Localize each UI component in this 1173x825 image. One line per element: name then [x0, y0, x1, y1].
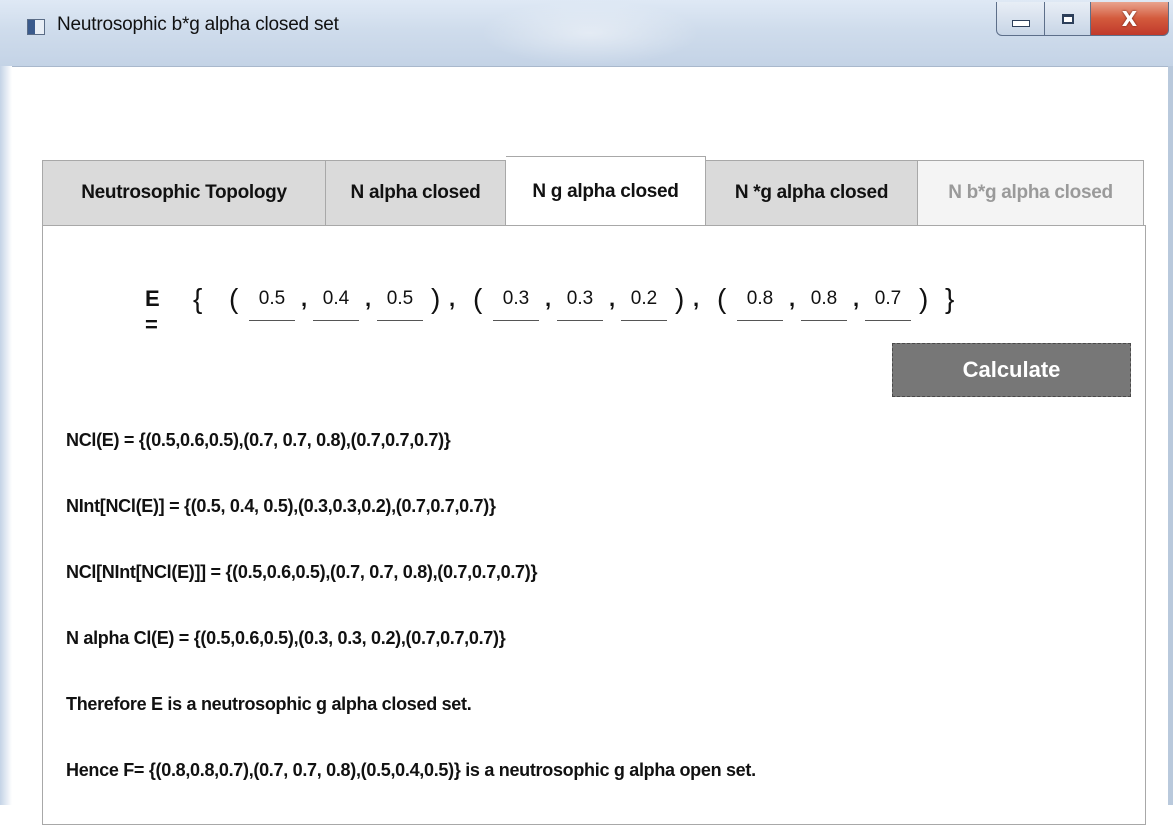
- minimize-button[interactable]: [996, 2, 1045, 36]
- window-controls: X: [996, 2, 1169, 40]
- e2-indeterminacy-input[interactable]: 0.3: [557, 286, 603, 321]
- result-nint-ncl: NInt[NCl(E)] = {(0.5, 0.4, 0.5),(0.3,0.3…: [66, 496, 496, 516]
- maximize-icon: [1061, 13, 1074, 24]
- close-button[interactable]: X: [1091, 2, 1169, 36]
- e2-nonmembership-input[interactable]: 0.2: [621, 286, 667, 321]
- result-conclusion: Therefore E is a neutrosophic g alpha cl…: [66, 694, 472, 714]
- tab-strip: Neutrosophic Topology N alpha closed N g…: [42, 154, 1144, 226]
- open-brace: {: [193, 283, 203, 314]
- tab-n-g-alpha-closed[interactable]: N g alpha closed: [506, 156, 706, 226]
- open-paren-1: (: [229, 283, 239, 314]
- result-ncl-nint-ncl: NCl[NInt[NCl(E)]] = {(0.5,0.6,0.5),(0.7,…: [66, 562, 538, 582]
- open-paren-2: (: [473, 283, 483, 314]
- minimize-icon: [1011, 20, 1030, 27]
- comma: ,: [609, 286, 616, 311]
- e3-membership-input[interactable]: 0.8: [737, 286, 783, 321]
- maximize-button[interactable]: [1045, 2, 1091, 36]
- tab-n-b-star-g-alpha-closed: N b*g alpha closed: [918, 160, 1144, 226]
- calculate-button[interactable]: Calculate: [892, 343, 1131, 397]
- comma: ,: [449, 286, 456, 311]
- equation-label: E =: [145, 286, 160, 337]
- e2-membership-input[interactable]: 0.3: [493, 286, 539, 321]
- close-brace: }: [945, 283, 955, 314]
- e3-nonmembership-input[interactable]: 0.7: [865, 286, 911, 321]
- window-frame-right: [1168, 66, 1173, 805]
- result-complement: Hence F= {(0.8,0.8,0.7),(0.7, 0.7, 0.8),…: [66, 760, 756, 780]
- tab-neutrosophic-topology[interactable]: Neutrosophic Topology: [42, 160, 326, 226]
- tab-n-star-g-alpha-closed[interactable]: N *g alpha closed: [706, 160, 918, 226]
- app-icon[interactable]: [27, 19, 45, 35]
- e3-indeterminacy-input[interactable]: 0.8: [801, 286, 847, 321]
- tab-n-alpha-closed[interactable]: N alpha closed: [326, 160, 506, 226]
- comma: ,: [853, 286, 860, 311]
- close-paren-3: ): [919, 283, 929, 314]
- title-bar[interactable]: Neutrosophic b*g alpha closed set X: [0, 0, 1173, 67]
- open-paren-3: (: [717, 283, 727, 314]
- result-ncl: NCl(E) = {(0.5,0.6,0.5),(0.7, 0.7, 0.8),…: [66, 430, 451, 450]
- comma: ,: [693, 286, 700, 311]
- e1-membership-input[interactable]: 0.5: [249, 286, 295, 321]
- window-frame-left: [0, 66, 12, 805]
- comma: ,: [789, 286, 796, 311]
- close-paren-1: ): [431, 283, 441, 314]
- close-icon: X: [1121, 6, 1138, 31]
- comma: ,: [545, 286, 552, 311]
- close-paren-2: ): [675, 283, 685, 314]
- e1-nonmembership-input[interactable]: 0.5: [377, 286, 423, 321]
- result-n-alpha-cl: N alpha Cl(E) = {(0.5,0.6,0.5),(0.3, 0.3…: [66, 628, 506, 648]
- window-title: Neutrosophic b*g alpha closed set: [57, 14, 339, 35]
- comma: ,: [301, 286, 308, 311]
- comma: ,: [365, 286, 372, 311]
- e1-indeterminacy-input[interactable]: 0.4: [313, 286, 359, 321]
